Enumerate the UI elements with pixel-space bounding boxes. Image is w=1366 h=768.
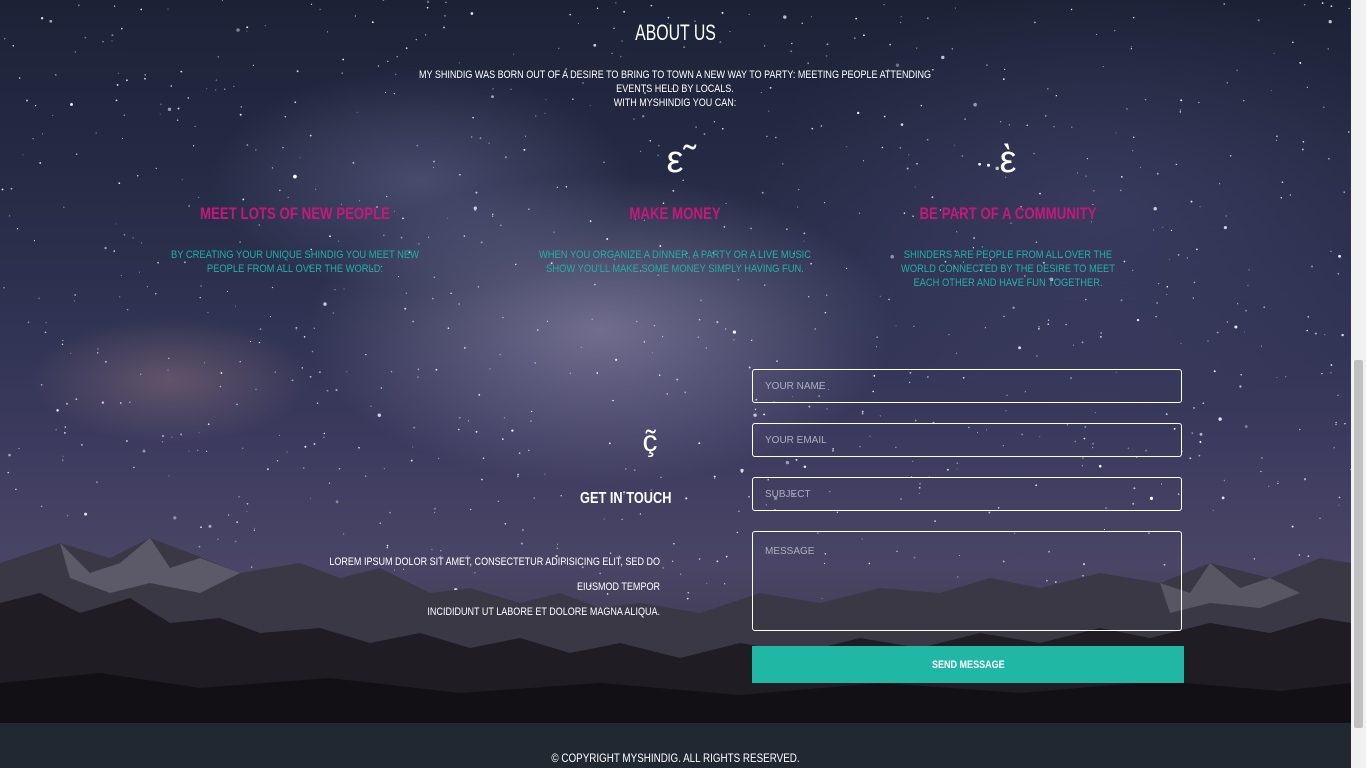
footer: © COPYRIGHT MYSHINDIG. ALL RIGHTS RESERV… (0, 723, 1351, 768)
send-message-button[interactable]: SEND MESSAGE (752, 646, 1184, 683)
contact-text-line1: LOREM IPSUM DOLOR SIT AMET, CONSECTETUR … (329, 556, 660, 593)
feature-community: ὲ BE PART OF A COMMUNITY SHINDERS ARE PE… (880, 130, 1136, 290)
page-scrollbar[interactable] (1351, 0, 1366, 768)
feature-title: MEET LOTS OF NEW PEOPLE (199, 204, 391, 223)
send-message-label: SEND MESSAGE (931, 658, 1005, 671)
copyright-text: © COPYRIGHT MYSHINDIG. ALL RIGHTS RESERV… (551, 751, 800, 765)
feature-description: SHINDERS ARE PEOPLE FROM ALL OVER THE WO… (901, 249, 1115, 289)
feature-make-money: ε̃ MAKE MONEY WHEN YOU ORGANIZE A DINNER… (502, 130, 848, 276)
email-input[interactable] (752, 423, 1182, 457)
about-text-line2: WITH MYSHINDIG YOU CAN: (613, 97, 737, 109)
feature-title: BE PART OF A COMMUNITY (919, 204, 1097, 223)
money-icon: ε̃ (666, 139, 684, 181)
dot-icon: • (292, 168, 298, 184)
contact-text-line2: INCIDIDUNT UT LABORE ET DOLORE MAGNA ALI… (427, 606, 660, 618)
feature-description: WHEN YOU ORGANIZE A DINNER, A PARTY OR A… (538, 249, 812, 275)
subject-input[interactable] (752, 477, 1182, 511)
chat-icon: ç̃ (642, 425, 658, 458)
feature-description: BY CREATING YOUR UNIQUE SHINDIG YOU MEET… (171, 249, 419, 275)
community-icon: ὲ (999, 139, 1017, 181)
about-title: ABOUT US (635, 20, 716, 45)
starry-sky-background: ABOUT US MY SHINDIG WAS BORN OUT OF A DE… (0, 0, 1351, 723)
about-text-line1: MY SHINDIG WAS BORN OUT OF A DESIRE TO B… (418, 69, 932, 95)
contact-title: GET IN TOUCH (580, 490, 672, 507)
feature-title: MAKE MONEY (629, 204, 721, 223)
contact-description: LOREM IPSUM DOLOR SIT AMET, CONSECTETUR … (324, 550, 660, 625)
scrollbar-thumb[interactable] (1354, 360, 1363, 728)
feature-meet-people: • MEET LOTS OF NEW PEOPLE BY CREATING YO… (130, 130, 460, 276)
message-textarea[interactable] (752, 531, 1182, 631)
name-input[interactable] (752, 369, 1182, 403)
about-description: MY SHINDIG WAS BORN OUT OF A DESIRE TO B… (409, 68, 942, 110)
